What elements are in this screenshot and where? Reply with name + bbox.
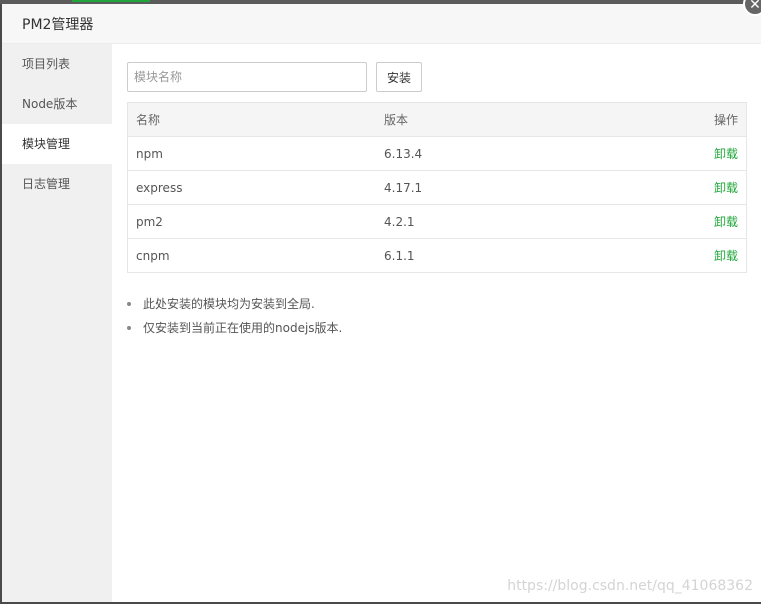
module-name: express xyxy=(127,170,376,205)
sidebar-item-project-list[interactable]: 项目列表 xyxy=(2,44,112,84)
uninstall-link[interactable]: 卸载 xyxy=(714,147,738,161)
module-name: npm xyxy=(127,136,376,171)
install-form: 安装 xyxy=(127,62,422,92)
pm2-manager-dialog: PM2管理器 项目列表 Node版本 模块管理 日志管理 安装 名称 版本 操作 xyxy=(2,4,761,602)
dialog-title: PM2管理器 xyxy=(22,16,94,33)
module-name: pm2 xyxy=(127,204,376,239)
install-button[interactable]: 安装 xyxy=(376,62,422,92)
sidebar-item-node-version[interactable]: Node版本 xyxy=(2,84,112,124)
module-name: cnpm xyxy=(127,238,376,273)
column-header-version: 版本 xyxy=(376,102,632,137)
module-version: 6.13.4 xyxy=(376,136,632,171)
sidebar-item-log-management[interactable]: 日志管理 xyxy=(2,164,112,204)
module-version: 4.17.1 xyxy=(376,170,632,205)
module-version: 6.1.1 xyxy=(376,238,632,273)
tip-item: 仅安装到当前正在使用的nodejs版本. xyxy=(127,316,342,340)
modules-table: 名称 版本 操作 npm 6.13.4 卸载 express 4.17.1 卸载… xyxy=(127,102,747,273)
background-accent-bar xyxy=(72,0,150,2)
sidebar-item-label: 日志管理 xyxy=(22,177,71,191)
sidebar-item-label: Node版本 xyxy=(22,97,78,111)
sidebar-item-label: 项目列表 xyxy=(22,57,71,71)
sidebar-item-module-management[interactable]: 模块管理 xyxy=(2,124,112,164)
sidebar-item-label: 模块管理 xyxy=(22,137,71,151)
table-row: express 4.17.1 卸载 xyxy=(127,170,747,205)
dialog-titlebar: PM2管理器 xyxy=(2,4,761,44)
tips-list: 此处安装的模块均为安装到全局. 仅安装到当前正在使用的nodejs版本. xyxy=(127,292,342,340)
uninstall-link[interactable]: 卸载 xyxy=(714,181,738,195)
column-header-operation: 操作 xyxy=(632,102,747,137)
module-version: 4.2.1 xyxy=(376,204,632,239)
uninstall-link[interactable]: 卸载 xyxy=(714,215,738,229)
tip-item: 此处安装的模块均为安装到全局. xyxy=(127,292,342,316)
watermark-text: https://blog.csdn.net/qq_41068362 xyxy=(507,578,753,594)
column-header-name: 名称 xyxy=(127,102,376,137)
module-management-panel: 安装 名称 版本 操作 npm 6.13.4 卸载 express 4.17.1 xyxy=(112,44,761,602)
table-row: npm 6.13.4 卸载 xyxy=(127,136,747,171)
table-header-row: 名称 版本 操作 xyxy=(127,102,747,137)
table-row: cnpm 6.1.1 卸载 xyxy=(127,238,747,273)
sidebar: 项目列表 Node版本 模块管理 日志管理 xyxy=(2,44,112,602)
table-row: pm2 4.2.1 卸载 xyxy=(127,204,747,239)
module-name-input[interactable] xyxy=(127,62,367,92)
uninstall-link[interactable]: 卸载 xyxy=(714,249,738,263)
